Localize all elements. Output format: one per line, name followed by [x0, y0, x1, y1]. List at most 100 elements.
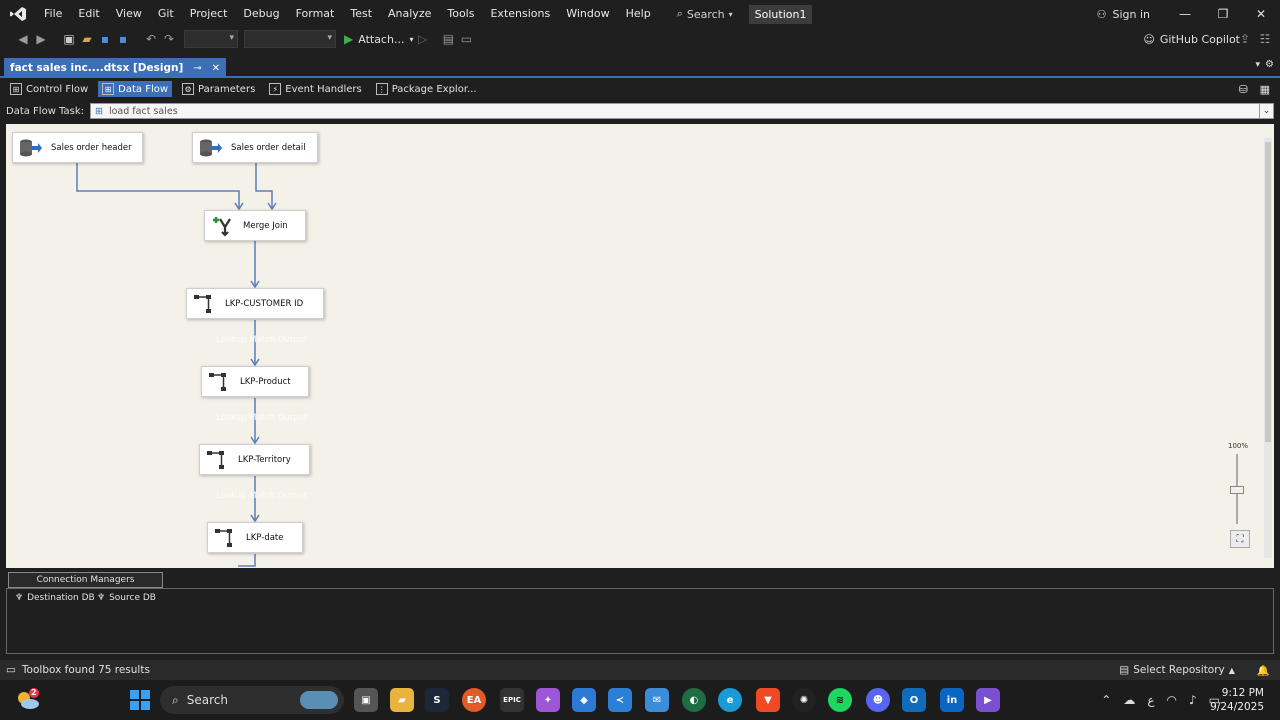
share-icon[interactable]: ⇪ — [1236, 30, 1254, 48]
canvas-vertical-scrollbar[interactable] — [1264, 138, 1272, 558]
undo-icon[interactable]: ↶ — [142, 30, 160, 48]
platform-combo[interactable]: ▾ — [244, 30, 336, 48]
vs-code-icon[interactable]: ≺ — [608, 688, 632, 712]
language-indicator[interactable]: ع — [1147, 693, 1154, 707]
menu-git[interactable]: Git — [150, 0, 182, 28]
lookup-icon — [214, 527, 238, 549]
spotify-icon[interactable]: ≋ — [828, 688, 852, 712]
menu-file[interactable]: File — [36, 0, 70, 28]
outlook-icon[interactable]: O — [902, 688, 926, 712]
sales-order-detail-source[interactable]: Sales order detail — [192, 132, 318, 163]
copilot-app-icon[interactable]: ✦ — [536, 688, 560, 712]
design-canvas[interactable]: Sales order header Sales order detail Me… — [6, 124, 1274, 568]
lkp-product-lookup[interactable]: LKP-Product — [201, 366, 309, 397]
connection-managers-tab[interactable]: Connection Managers — [8, 572, 163, 588]
menu-edit[interactable]: Edit — [70, 0, 107, 28]
variables-icon[interactable]: ▦ — [1260, 83, 1270, 96]
back-icon[interactable]: ◀ — [14, 30, 32, 48]
open-folder-icon[interactable]: ▰ — [78, 30, 96, 48]
lkp-date-lookup[interactable]: LKP-date — [207, 522, 303, 553]
save-icon[interactable]: ▪ — [96, 30, 114, 48]
menu-view[interactable]: View — [108, 0, 150, 28]
menu-analyze[interactable]: Analyze — [380, 0, 439, 28]
settings-gear-icon[interactable]: ⚙ — [1265, 59, 1274, 70]
menu-tools[interactable]: Tools — [439, 0, 482, 28]
lookup-icon — [206, 449, 230, 471]
save-all-icon[interactable]: ▪ — [114, 30, 132, 48]
select-repository-button[interactable]: ▤ Select Repository ▲ — [1119, 664, 1235, 676]
linkedin-icon[interactable]: in — [940, 688, 964, 712]
start-without-debugging-icon[interactable]: ▷ — [413, 30, 431, 48]
sales-order-header-source[interactable]: Sales order header — [12, 132, 143, 163]
menu-test[interactable]: Test — [342, 0, 380, 28]
data-flow-task-select[interactable]: ⊞ load fact sales ⌄ — [90, 103, 1274, 119]
attach-button[interactable]: ▶ Attach... ▾ — [344, 32, 413, 46]
solution-name[interactable]: Solution1 — [748, 4, 813, 24]
lkp-territory-lookup[interactable]: LKP-Territory — [199, 444, 310, 475]
discord-icon[interactable]: ☻ — [866, 688, 890, 712]
menu-project[interactable]: Project — [182, 0, 236, 28]
zoom-slider-thumb[interactable] — [1230, 486, 1244, 494]
connection-source-db[interactable]: ♆ Source DB — [97, 593, 156, 603]
edge-icon[interactable]: e — [718, 688, 742, 712]
epic-games-icon[interactable]: EPIC — [500, 688, 524, 712]
zoom-to-fit-button[interactable]: ⛶ — [1230, 530, 1250, 548]
document-tab[interactable]: fact sales inc....dtsx [Design] ⊸ ✕ — [4, 58, 227, 78]
layout-icon[interactable]: ▭ — [457, 30, 475, 48]
mail-app-icon[interactable]: ✉ — [645, 688, 669, 712]
visual-studio-taskbar-icon[interactable]: ▶ — [976, 688, 1000, 712]
menu-format[interactable]: Format — [288, 0, 343, 28]
tab-parameters[interactable]: ⚙ Parameters — [178, 81, 259, 97]
tab-data-flow[interactable]: ⊞ Data Flow — [98, 81, 173, 97]
maximize-button[interactable]: ❐ — [1204, 0, 1242, 28]
tab-package-explorer[interactable]: ⋮ Package Explor... — [372, 81, 481, 97]
browse-icon[interactable]: ▤ — [439, 30, 457, 48]
notification-bell-icon[interactable]: 🔔 — [1257, 664, 1270, 677]
tab-dropdown-icon[interactable]: ▾ — [1255, 60, 1260, 70]
clock[interactable]: 9:12 PM 9/24/2025 — [1210, 686, 1264, 714]
redo-icon[interactable]: ↷ — [160, 30, 178, 48]
volume-icon[interactable]: ♪ — [1189, 693, 1197, 707]
data-flow-task-label: Data Flow Task: — [6, 105, 85, 117]
search-box[interactable]: ⌕ Search ▾ — [671, 7, 739, 21]
minimize-button[interactable]: — — [1166, 0, 1204, 28]
ea-icon[interactable]: EA — [462, 688, 486, 712]
start-button[interactable] — [130, 690, 150, 713]
scrollbar-thumb[interactable] — [1265, 142, 1271, 442]
close-tab-icon[interactable]: ✕ — [212, 63, 220, 74]
taskbar-search[interactable]: ⌕ Search — [160, 686, 344, 714]
menu-window[interactable]: Window — [558, 0, 617, 28]
feedback-icon[interactable]: ☷ — [1256, 30, 1274, 48]
visual-studio-logo-icon[interactable] — [0, 0, 36, 28]
app-icon-blue[interactable]: ◆ — [572, 688, 596, 712]
merge-join-transform[interactable]: Merge Join — [204, 210, 306, 241]
chatgpt-icon[interactable]: ✺ — [792, 688, 816, 712]
onedrive-icon[interactable]: ☁ — [1123, 693, 1135, 707]
lkp-customer-lookup[interactable]: LKP-CUSTOMER ID — [186, 288, 324, 319]
weather-widget[interactable]: 2 — [14, 686, 42, 714]
steam-icon[interactable]: S — [425, 688, 449, 712]
forward-icon[interactable]: ▶ — [32, 30, 50, 48]
menu-extensions[interactable]: Extensions — [482, 0, 558, 28]
file-explorer-icon[interactable]: ▰ — [390, 688, 414, 712]
connection-destination-db[interactable]: ♆ Destination DB — [15, 593, 95, 603]
new-project-icon[interactable]: ▣ — [60, 30, 78, 48]
close-button[interactable]: ✕ — [1242, 0, 1280, 28]
status-message[interactable]: ▭ Toolbox found 75 results — [6, 664, 150, 676]
configuration-combo[interactable]: ▾ — [184, 30, 238, 48]
menu-debug[interactable]: Debug — [235, 0, 287, 28]
status-text: Toolbox found 75 results — [21, 664, 150, 676]
mongodb-icon[interactable]: ◐ — [682, 688, 706, 712]
brave-icon[interactable]: ▼ — [756, 688, 780, 712]
task-view-icon[interactable]: ▣ — [354, 688, 378, 712]
menu-help[interactable]: Help — [618, 0, 659, 28]
chevron-up-icon[interactable]: ⌃ — [1101, 693, 1111, 707]
github-copilot-button[interactable]: ☺ GitHub Copilot — [1143, 28, 1240, 50]
lkp-date-label: LKP-date — [246, 532, 284, 543]
tab-control-flow[interactable]: ⊞ Control Flow — [6, 81, 92, 97]
tab-event-handlers[interactable]: ⚡ Event Handlers — [265, 81, 365, 97]
database-icon[interactable]: ⛁ — [1239, 83, 1248, 96]
sign-in-button[interactable]: ⚇ Sign in — [1097, 0, 1150, 28]
wifi-icon[interactable]: ◠ — [1167, 693, 1177, 707]
pin-icon[interactable]: ⊸ — [193, 63, 201, 74]
